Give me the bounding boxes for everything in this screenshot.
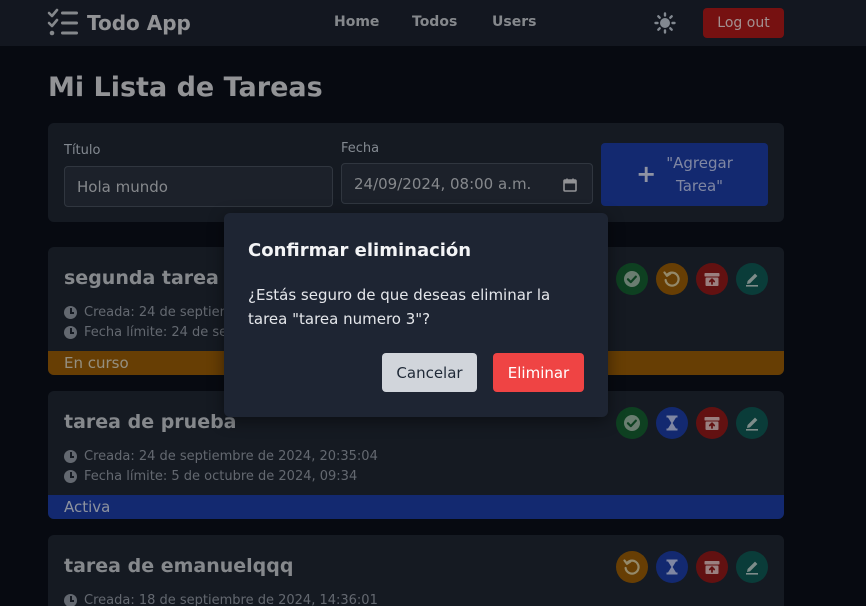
dialog-title: Confirmar eliminación xyxy=(248,240,472,261)
confirm-delete-dialog: Confirmar eliminación ¿Estás seguro de q… xyxy=(224,213,608,417)
delete-button[interactable]: Eliminar xyxy=(493,353,584,392)
dialog-message: ¿Estás seguro de que deseas eliminar la … xyxy=(248,286,551,328)
cancel-button[interactable]: Cancelar xyxy=(382,353,477,392)
